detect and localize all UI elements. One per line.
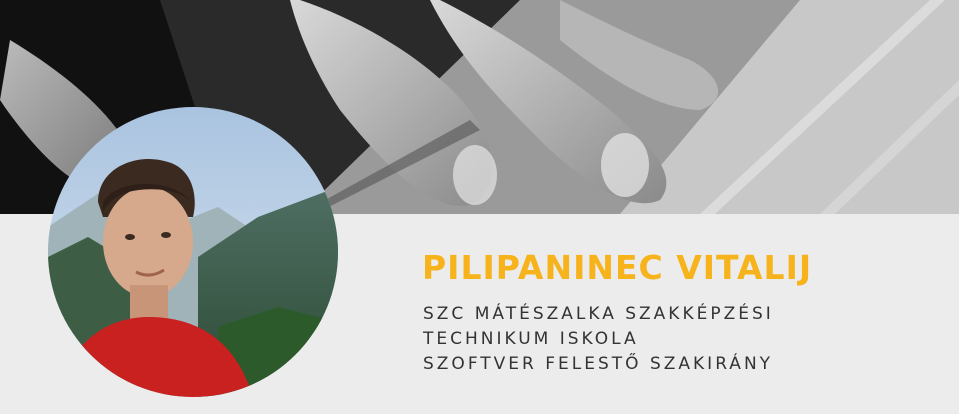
profile-photo: [48, 107, 338, 397]
profile-info: SZC MÁTÉSZALKA SZAKKÉPZÉSI TECHNIKUM ISK…: [423, 302, 774, 377]
info-line-school: SZC MÁTÉSZALKA SZAKKÉPZÉSI: [423, 304, 774, 324]
info-line-specialization: SZOFTVER FELESTŐ SZAKIRÁNY: [423, 354, 774, 374]
profile-card: PILIPANINEC VITALIJ SZC MÁTÉSZALKA SZAKK…: [0, 0, 959, 414]
info-line-institution: TECHNIKUM ISKOLA: [423, 329, 639, 349]
profile-name: PILIPANINEC VITALIJ: [422, 248, 813, 287]
portrait-image: [48, 107, 338, 397]
